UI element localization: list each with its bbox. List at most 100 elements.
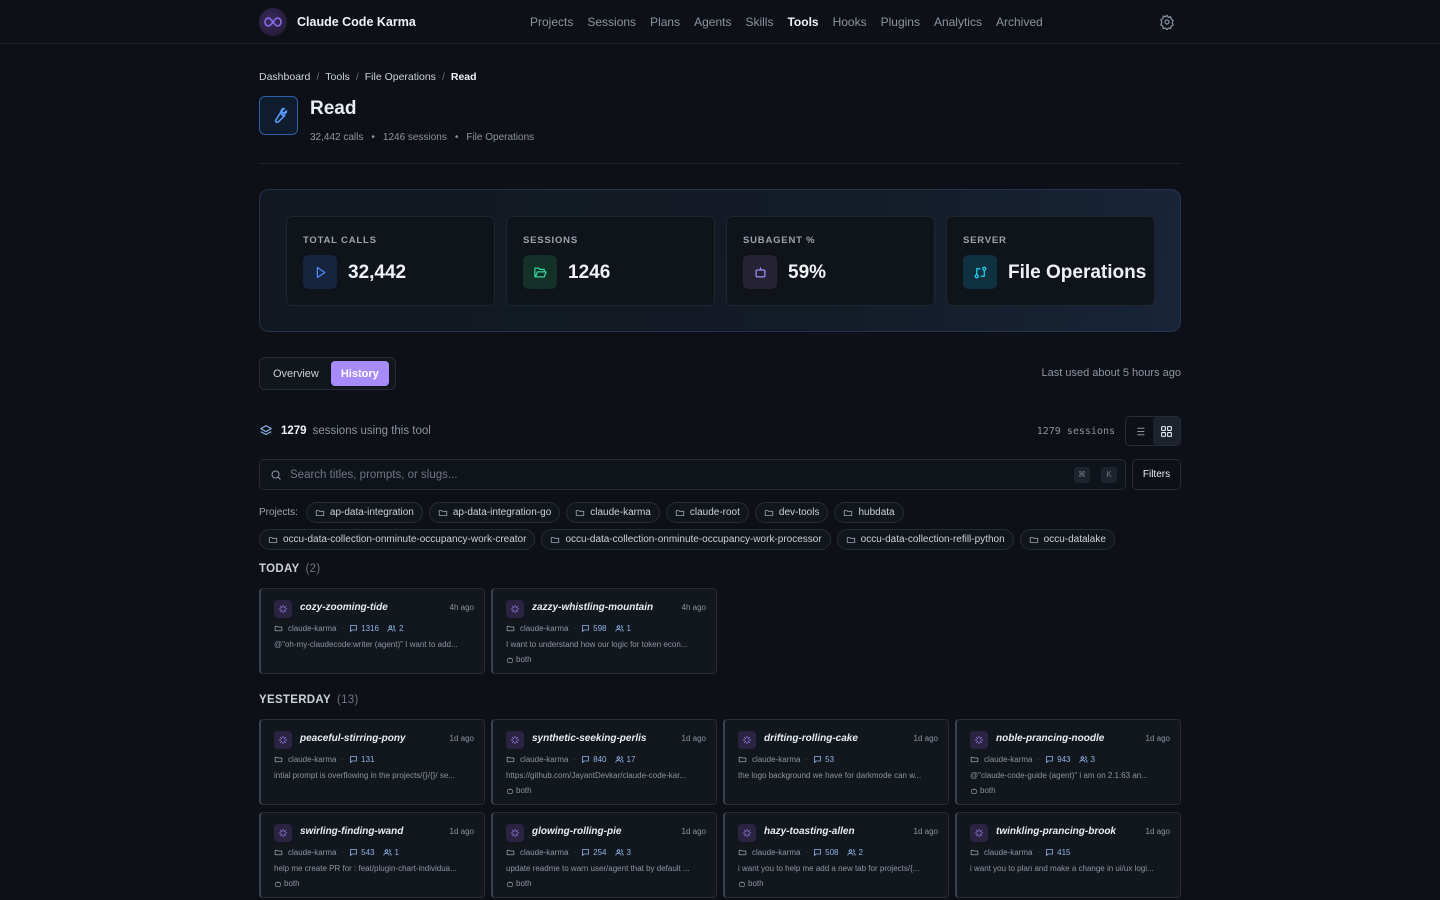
session-prompt: https://github.com/JayantDevkar/claude-c… (506, 771, 687, 780)
list-view-icon[interactable] (1126, 417, 1153, 445)
nav-plans[interactable]: Plans (650, 15, 680, 29)
agent-count: 3 (626, 848, 631, 857)
settings-gear-icon[interactable] (1159, 14, 1175, 30)
folder-icon (438, 508, 448, 518)
session-card[interactable]: peaceful-stirring-pony 1d ago claude-karma… (259, 719, 485, 805)
tool-calls: 32,442 calls (310, 132, 364, 143)
session-title: twinkling-prancing-brook (996, 826, 1116, 837)
project-chip[interactable]: occu-data-collection-onminute-occupancy-… (541, 529, 831, 550)
session-meta: claude-karma · 840 17 (506, 755, 635, 764)
robot-icon (506, 656, 514, 664)
agent-count: 17 (626, 755, 636, 764)
brand[interactable]: Claude Code Karma (259, 8, 416, 36)
folder-icon (970, 755, 979, 764)
session-card[interactable]: hazy-toasting-allen 1d ago claude-karma · 50… (723, 812, 949, 898)
nav-tools[interactable]: Tools (787, 15, 818, 29)
users-icon (614, 848, 624, 857)
nav-agents[interactable]: Agents (694, 15, 731, 29)
session-project: claude-karma (288, 755, 337, 764)
filters-button[interactable]: Filters (1132, 459, 1181, 490)
project-chip-label: occu-data-collection-onminute-occupancy-… (283, 534, 527, 545)
project-chip[interactable]: hubdata (834, 502, 904, 523)
project-chip-label: claude-karma (590, 507, 651, 518)
git-compare-icon (963, 255, 997, 289)
tab-history[interactable]: History (330, 361, 389, 386)
search-bar: ⌘ K (259, 459, 1126, 490)
project-chip[interactable]: ap-data-integration-go (428, 502, 561, 523)
project-chip-label: ap-data-integration (329, 507, 414, 518)
breadcrumb-tools[interactable]: Tools (325, 71, 350, 83)
project-chip[interactable]: claude-root (665, 502, 749, 523)
folder-icon (970, 848, 979, 857)
project-chip[interactable]: dev-tools (754, 502, 829, 523)
nav-projects[interactable]: Projects (530, 15, 573, 29)
breadcrumb-file-operations[interactable]: File Operations (365, 71, 436, 83)
grid-view-icon[interactable] (1153, 417, 1180, 445)
session-project: claude-karma (752, 848, 801, 857)
nav-archived[interactable]: Archived (996, 15, 1043, 29)
nav-hooks[interactable]: Hooks (833, 15, 867, 29)
session-card[interactable]: drifting-rolling-cake 1d ago claude-karma ·… (723, 719, 949, 805)
project-chip[interactable]: occu-data-collection-refill-python (836, 529, 1014, 550)
nav-plugins[interactable]: Plugins (881, 15, 920, 29)
users-icon (382, 848, 392, 857)
session-card[interactable]: noble-prancing-noodle 1d ago claude-karma ·… (955, 719, 1181, 805)
project-chip[interactable]: occu-data-collection-onminute-occupancy-… (259, 529, 536, 550)
session-prompt: i want you to help me add a new tab for … (738, 864, 920, 873)
session-time: 1d ago (681, 734, 706, 743)
session-origin: both (970, 786, 996, 795)
session-card[interactable]: glowing-rolling-pie 1d ago claude-karma · 25… (491, 812, 717, 898)
session-title: hazy-toasting-allen (764, 826, 855, 837)
folder-icon (274, 848, 283, 857)
session-card[interactable]: twinkling-prancing-brook 1d ago claude-kar… (955, 812, 1181, 898)
users-icon (614, 755, 624, 764)
message-count: 840 (593, 755, 607, 764)
session-project: claude-karma (984, 755, 1033, 764)
sparkle-icon (970, 731, 988, 749)
message-icon (349, 624, 358, 633)
last-used: Last used about 5 hours ago (1041, 367, 1181, 379)
project-chip[interactable]: claude-karma (566, 502, 660, 523)
session-prompt: I want to understand how our logic for t… (506, 640, 688, 649)
search-icon (271, 469, 281, 480)
session-card[interactable]: synthetic-seeking-perlis 1d ago claude-kar… (491, 719, 717, 805)
nav-sessions[interactable]: Sessions (587, 15, 636, 29)
session-prompt: help me create PR for : feat/plugin-char… (274, 864, 457, 873)
session-card[interactable]: cozy-zooming-tide 4h ago claude-karma · 1316… (259, 588, 485, 674)
folder-icon (843, 508, 853, 518)
project-chip[interactable]: ap-data-integration (305, 502, 423, 523)
session-title: noble-prancing-noodle (996, 733, 1105, 744)
agent-count: 2 (858, 848, 863, 857)
session-card[interactable]: swirling-finding-wand 1d ago claude-karma ·… (259, 812, 485, 898)
message-icon (349, 755, 358, 764)
sparkle-icon (274, 731, 292, 749)
folder-open-icon (523, 255, 557, 289)
project-chip[interactable]: occu-datalake (1019, 529, 1115, 550)
session-meta: claude-karma · 543 1 (274, 848, 399, 857)
folder-icon (274, 755, 283, 764)
robot-icon (738, 880, 746, 888)
play-icon (303, 255, 337, 289)
folder-icon (575, 508, 585, 518)
session-time: 1d ago (1145, 734, 1170, 743)
sessions-count-row: 1279 sessions using this tool 1279 sessi… (259, 416, 1181, 446)
folder-icon (550, 535, 560, 545)
session-title: zazzy-whistling-mountain (532, 602, 654, 613)
session-time: 1d ago (681, 827, 706, 836)
session-meta: claude-karma · 943 3 (970, 755, 1095, 764)
search-input[interactable] (290, 468, 1066, 481)
message-icon (813, 755, 822, 764)
breadcrumb-dashboard[interactable]: Dashboard (259, 71, 310, 83)
session-prompt: @"claude-code-guide (agent)" i am on 2.1… (970, 771, 1148, 780)
session-prompt: @"oh-my-claudecode:writer (agent)" I wan… (274, 640, 458, 649)
tab-overview[interactable]: Overview (263, 361, 329, 386)
session-time: 4h ago (449, 603, 474, 612)
nav-analytics[interactable]: Analytics (934, 15, 982, 29)
users-icon (1078, 755, 1088, 764)
session-card[interactable]: zazzy-whistling-mountain 4h ago claude-kar… (491, 588, 717, 674)
tool-sessions: 1246 sessions (382, 132, 447, 143)
users-icon (846, 848, 856, 857)
nav-skills[interactable]: Skills (745, 15, 773, 29)
folder-icon (1029, 535, 1039, 545)
sparkle-icon (506, 824, 524, 842)
